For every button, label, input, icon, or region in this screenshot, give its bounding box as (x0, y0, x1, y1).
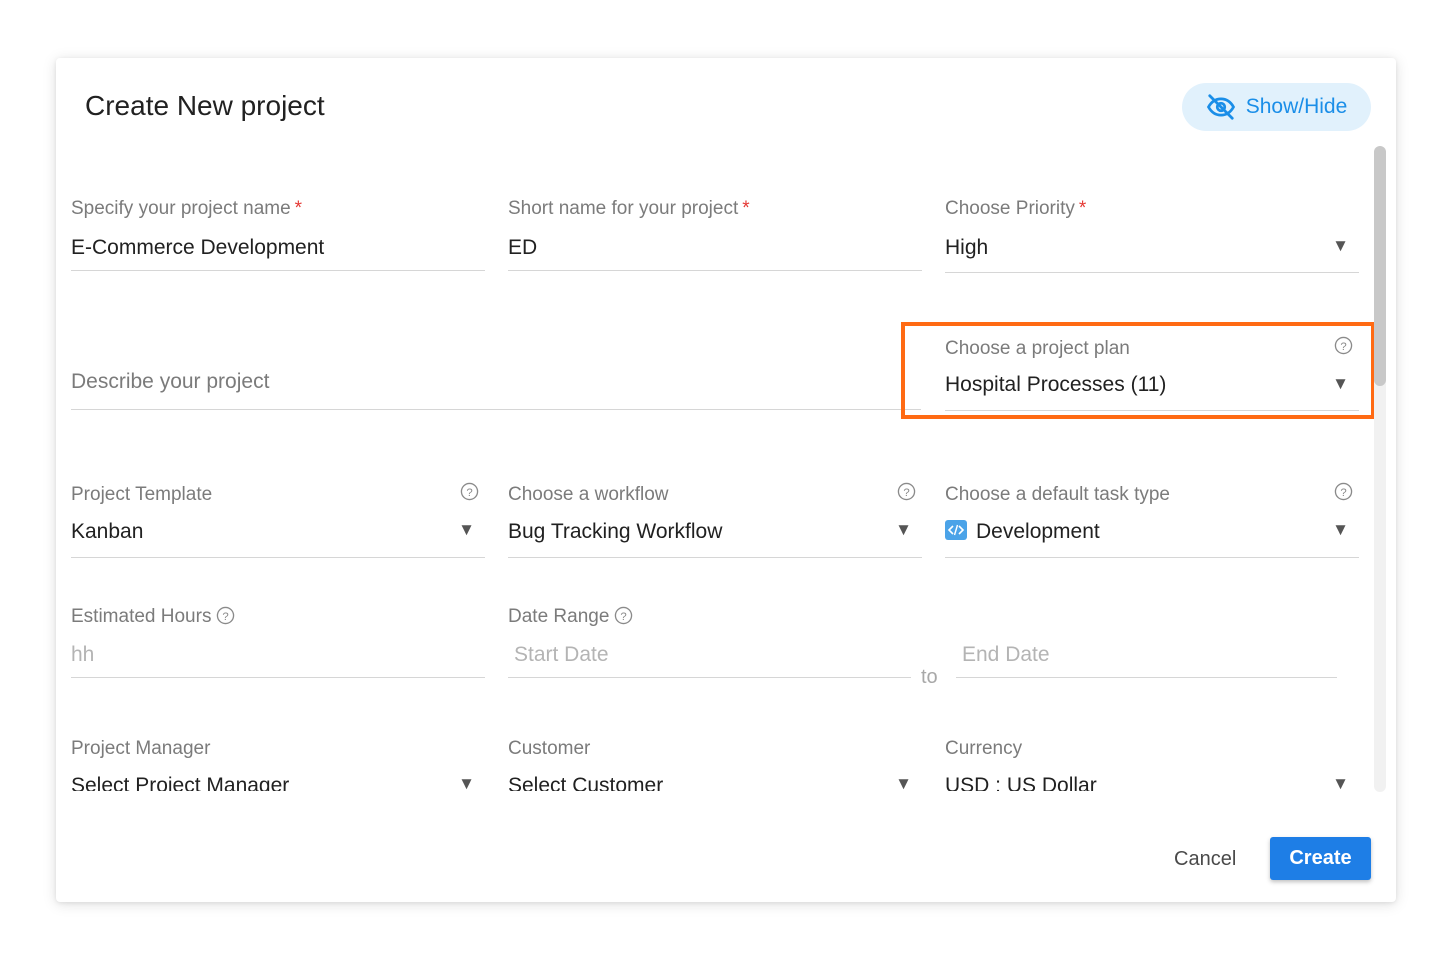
task-type-label: Choose a default task type (945, 484, 1170, 505)
date-range-label: Date Range (508, 606, 610, 627)
scrollbar[interactable] (1374, 146, 1386, 792)
project-name-label: Specify your project name (71, 198, 291, 219)
short-name-input[interactable]: ED (508, 236, 537, 260)
workflow-label: Choose a workflow (508, 484, 669, 505)
project-manager-select[interactable]: Project Manager Select Project Manager ▼ (71, 738, 485, 791)
underline (508, 270, 922, 271)
project-template-value: Kanban (71, 520, 144, 543)
underline (508, 557, 922, 558)
underline (945, 272, 1359, 273)
create-button[interactable]: Create (1270, 837, 1371, 880)
caret-down-icon[interactable]: ▼ (895, 774, 912, 791)
caret-down-icon[interactable]: ▼ (895, 520, 912, 540)
project-manager-label: Project Manager (71, 738, 211, 759)
customer-value: Select Customer (508, 774, 664, 791)
short-name-label: Short name for your project (508, 198, 739, 219)
caret-down-icon[interactable]: ▼ (1332, 520, 1349, 540)
priority-label: Choose Priority (945, 198, 1075, 219)
help-icon[interactable]: ? (1334, 482, 1353, 501)
underline (71, 677, 485, 678)
create-project-dialog: Create New project Show/Hide Specify you… (56, 58, 1396, 902)
short-name-field[interactable]: Short name for your project * ED (508, 198, 922, 273)
underline (956, 677, 1337, 678)
workflow-select[interactable]: Choose a workflow ? Bug Tracking Workflo… (508, 482, 922, 559)
help-icon[interactable]: ? (460, 482, 479, 501)
required-mark: * (1078, 198, 1087, 219)
help-icon[interactable]: ? (216, 606, 235, 625)
svg-text:?: ? (223, 611, 229, 623)
underline (71, 409, 921, 410)
underline (945, 557, 1359, 558)
svg-text:?: ? (903, 487, 909, 499)
customer-select[interactable]: Customer Select Customer ▼ (508, 738, 922, 791)
estimated-hours-field[interactable]: Estimated Hours? hh (71, 606, 485, 681)
end-date-placeholder: End Date (962, 643, 1050, 666)
required-mark: * (294, 198, 303, 219)
project-plan-highlight (901, 322, 1375, 419)
scrollbar-thumb[interactable] (1374, 146, 1386, 386)
end-date-input[interactable]: End Date (956, 643, 1337, 679)
underline (508, 677, 911, 678)
currency-value: USD : US Dollar (945, 774, 1097, 791)
svg-text:?: ? (621, 611, 627, 623)
workflow-value: Bug Tracking Workflow (508, 520, 723, 543)
help-icon[interactable]: ? (897, 482, 916, 501)
required-mark: * (742, 198, 750, 219)
cancel-button[interactable]: Cancel (1164, 842, 1246, 877)
svg-text:?: ? (1340, 487, 1346, 499)
help-icon[interactable]: ? (614, 606, 633, 625)
code-icon (945, 520, 967, 540)
project-name-field[interactable]: Specify your project name * E-Commerce De… (71, 198, 485, 273)
underline (71, 270, 485, 271)
task-type-select[interactable]: Choose a default task type ? Development… (945, 482, 1359, 559)
description-field[interactable]: Describe your project (71, 368, 921, 410)
caret-down-icon[interactable]: ▼ (1332, 236, 1349, 256)
caret-down-icon[interactable]: ▼ (1332, 774, 1349, 791)
project-manager-value: Select Project Manager (71, 774, 290, 791)
estimated-hours-label: Estimated Hours (71, 606, 212, 627)
date-range-separator: to (921, 666, 938, 688)
start-date-input[interactable]: Start Date (508, 643, 911, 679)
task-type-value: Development (976, 520, 1100, 543)
form-body: Specify your project name * E-Commerce De… (56, 58, 1366, 791)
estimated-hours-input[interactable]: hh (71, 643, 94, 667)
caret-down-icon[interactable]: ▼ (458, 774, 475, 791)
project-name-input[interactable]: E-Commerce Development (71, 236, 324, 260)
start-date-placeholder: Start Date (514, 643, 609, 666)
caret-down-icon[interactable]: ▼ (458, 520, 475, 540)
project-template-label: Project Template (71, 484, 213, 505)
currency-select[interactable]: Currency USD : US Dollar ▼ (945, 738, 1359, 791)
currency-label: Currency (945, 738, 1023, 759)
customer-label: Customer (508, 738, 591, 759)
priority-select[interactable]: Choose Priority * High ▼ (945, 198, 1359, 275)
svg-text:?: ? (466, 487, 472, 499)
project-template-select[interactable]: Project Template ? Kanban ▼ (71, 482, 485, 559)
description-input[interactable]: Describe your project (71, 370, 269, 394)
underline (71, 557, 485, 558)
priority-value: High (945, 236, 989, 259)
